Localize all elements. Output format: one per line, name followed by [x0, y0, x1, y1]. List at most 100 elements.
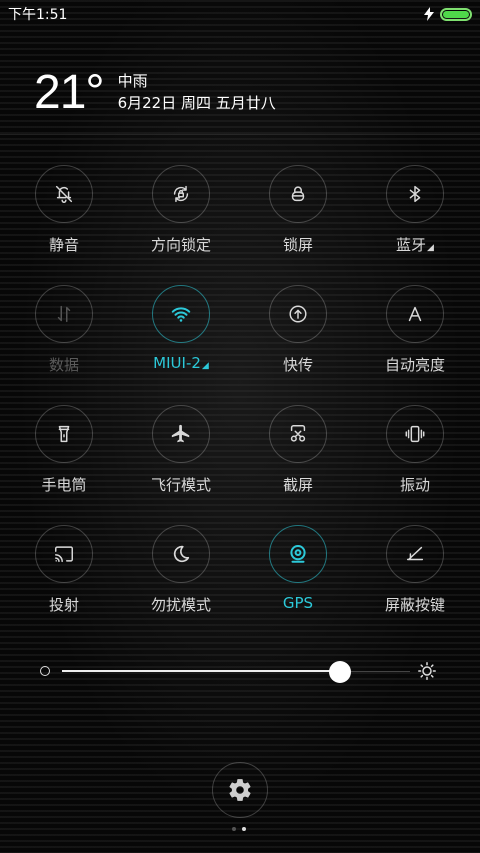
brightness-thumb[interactable]: [329, 661, 352, 683]
gear-icon: [229, 779, 251, 801]
toggle-quick-transfer[interactable]: 快传: [243, 285, 353, 385]
lightning-icon: [424, 7, 434, 21]
weather-condition: 中雨: [117, 72, 148, 90]
toggle-label: 方向锁定: [151, 234, 211, 255]
toggle-bell-off[interactable]: 静音: [9, 165, 119, 265]
toggle-label-text: 方向锁定: [150, 236, 211, 254]
rotation-lock-icon: [173, 185, 189, 203]
status-time: 下午1:51: [8, 7, 68, 23]
menu-indicator-icon[interactable]: ◢: [427, 243, 434, 253]
toggle-button[interactable]: [152, 525, 210, 583]
toggle-label: 静音: [49, 234, 79, 255]
toggle-label-text: 静音: [48, 236, 79, 254]
brightness-track[interactable]: [62, 661, 410, 683]
toggle-label: GPS: [283, 594, 313, 612]
page-dot: [242, 827, 246, 831]
control-center: 下午1:51 21° 中雨 6月22日 周四 五月廿八 静音 方向锁定 锁屏 蓝牙◢ 数…: [0, 0, 480, 853]
toggle-label: 截屏: [283, 474, 313, 495]
toggle-block-keys[interactable]: 屏蔽按键: [360, 525, 470, 625]
toggle-label-text: 快传: [282, 356, 313, 374]
toggle-button[interactable]: [269, 165, 327, 223]
status-bar: 下午1:51: [0, 0, 480, 28]
toggle-label: 振动: [400, 474, 430, 495]
toggle-label-text: 自动亮度: [384, 356, 445, 374]
toggle-label-text: 勿扰模式: [150, 596, 211, 614]
moon-icon: [173, 545, 190, 563]
toggle-button[interactable]: [269, 285, 327, 343]
toggle-label: 手电筒: [41, 474, 86, 495]
battery-level: [443, 10, 469, 18]
toggle-wifi[interactable]: MIUI-2◢: [126, 285, 236, 385]
toggle-button[interactable]: [386, 525, 444, 583]
quick-transfer-icon: [289, 305, 307, 323]
brightness-low-icon: [40, 666, 50, 676]
toggle-label-text: 锁屏: [282, 236, 313, 254]
toggle-button[interactable]: [386, 285, 444, 343]
brightness-fill: [62, 670, 341, 672]
toggle-screenshot[interactable]: 截屏: [243, 405, 353, 505]
toggle-label-text: 数据: [48, 356, 79, 374]
block-keys-icon: [406, 546, 424, 561]
wifi-icon: [171, 307, 191, 322]
date-text: 6月22日 周四 五月廿八: [117, 94, 276, 112]
toggle-label: 快传: [283, 354, 313, 375]
weather-widget[interactable]: 21° 中雨 6月22日 周四 五月廿八: [34, 66, 276, 120]
airplane-icon: [171, 424, 190, 443]
toggle-label-text: 振动: [399, 476, 430, 494]
toggle-button[interactable]: [35, 285, 93, 343]
vibrate-icon: [405, 425, 425, 443]
toggle-cast[interactable]: 投射: [9, 525, 119, 625]
flashlight-icon: [58, 425, 70, 443]
toggle-button[interactable]: [386, 405, 444, 463]
toggle-label: 蓝牙◢: [396, 234, 434, 255]
toggle-button[interactable]: [35, 165, 93, 223]
toggle-auto-brightness[interactable]: 自动亮度: [360, 285, 470, 385]
toggle-vibrate[interactable]: 振动: [360, 405, 470, 505]
auto-brightness-icon: [408, 306, 422, 322]
toggle-lock[interactable]: 锁屏: [243, 165, 353, 265]
toggle-label-text: 手电筒: [41, 476, 87, 494]
bell-off-icon: [55, 185, 73, 203]
screenshot-icon: [290, 425, 306, 442]
toggle-rotation-lock[interactable]: 方向锁定: [126, 165, 236, 265]
toggle-button[interactable]: [152, 405, 210, 463]
toggle-button[interactable]: [269, 525, 327, 583]
brightness-high-icon: [418, 662, 436, 680]
brightness-slider[interactable]: [40, 660, 444, 684]
data-arrows-icon: [57, 305, 71, 323]
bluetooth-icon: [409, 185, 421, 203]
toggle-label-text: 屏蔽按键: [384, 596, 445, 614]
toggle-label: 勿扰模式: [151, 594, 211, 615]
menu-indicator-icon[interactable]: ◢: [202, 361, 209, 371]
toggle-label: 屏蔽按键: [385, 594, 445, 615]
cast-icon: [55, 546, 73, 563]
toggle-button[interactable]: [35, 405, 93, 463]
toggle-label: 自动亮度: [385, 354, 445, 375]
toggle-button[interactable]: [35, 525, 93, 583]
toggle-label-text: GPS: [282, 594, 314, 612]
toggle-label: 投射: [49, 594, 79, 615]
toggle-label-text: 飞行模式: [150, 476, 211, 494]
toggle-button[interactable]: [152, 165, 210, 223]
toggle-moon[interactable]: 勿扰模式: [126, 525, 236, 625]
toggle-label: 数据: [49, 354, 79, 375]
toggle-label-text: 截屏: [282, 476, 313, 494]
toggle-label: MIUI-2◢: [153, 354, 209, 372]
toggle-airplane[interactable]: 飞行模式: [126, 405, 236, 505]
toggle-button[interactable]: [269, 405, 327, 463]
toggle-label-text: 投射: [48, 596, 79, 614]
settings-button[interactable]: [212, 762, 268, 818]
toggle-button[interactable]: [386, 165, 444, 223]
toggle-button[interactable]: [152, 285, 210, 343]
temperature: 21°: [34, 66, 105, 119]
toggle-data-arrows[interactable]: 数据: [9, 285, 119, 385]
gps-icon: [290, 545, 306, 563]
toggle-bluetooth[interactable]: 蓝牙◢: [360, 165, 470, 265]
page-dot: [232, 827, 236, 831]
toggle-flashlight[interactable]: 手电筒: [9, 405, 119, 505]
toggle-gps[interactable]: GPS: [243, 525, 353, 625]
toggle-label-text: MIUI-2: [153, 354, 201, 372]
toggle-label-text: 蓝牙: [396, 236, 427, 254]
toggle-label: 锁屏: [283, 234, 313, 255]
battery-icon: [440, 7, 472, 21]
